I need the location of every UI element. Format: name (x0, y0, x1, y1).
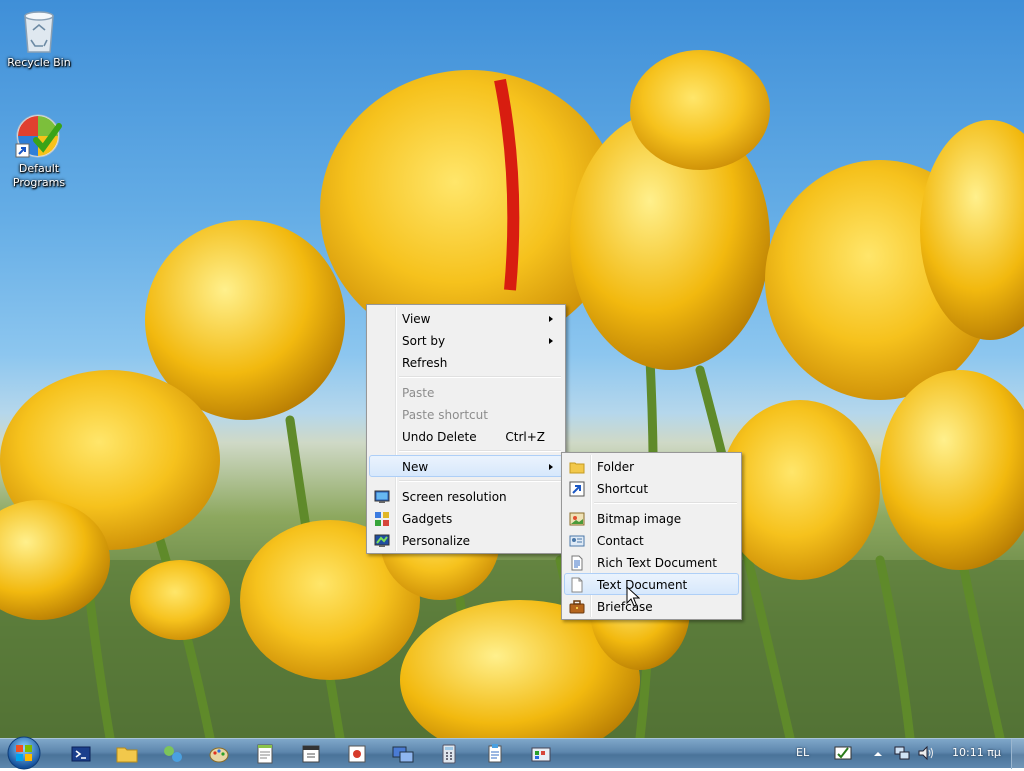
show-hidden-icons-icon[interactable] (872, 748, 884, 760)
volume-icon[interactable] (917, 744, 935, 762)
media-icon[interactable] (344, 741, 370, 767)
desktop-icon-recycle-bin[interactable]: Recycle Bin (0, 8, 78, 70)
menu-separator (594, 502, 737, 504)
network-status-icon[interactable] (893, 744, 911, 762)
control-panel-icon[interactable] (528, 741, 554, 767)
briefcase-icon (569, 600, 585, 614)
menu-item-screen-resolution[interactable]: Screen resolution (369, 485, 563, 507)
menu-item-label: Bitmap image (597, 512, 682, 526)
system-clock[interactable]: 10:11 πμ (952, 746, 1001, 759)
menu-item-refresh[interactable]: Refresh (369, 351, 563, 373)
submenu-item-text-document[interactable]: Text Document (564, 573, 739, 595)
menu-separator (399, 376, 561, 378)
menu-item-label: Gadgets (402, 512, 453, 526)
menu-item-label: View (402, 312, 431, 326)
remote-desktop-icon[interactable] (390, 741, 416, 767)
menu-item-label: Paste (402, 386, 435, 400)
submenu-arrow-icon (549, 316, 553, 322)
menu-item-label: Rich Text Document (597, 556, 717, 570)
submenu-item-rich-text-document[interactable]: Rich Text Document (564, 551, 739, 573)
submenu-item-bitmap-image[interactable]: Bitmap image (564, 507, 739, 529)
menu-item-gadgets[interactable]: Gadgets (369, 507, 563, 529)
menu-item-label: Contact (597, 534, 644, 548)
recycle-bin-icon (24, 11, 54, 53)
action-center-icon[interactable] (834, 744, 852, 762)
mouse-cursor-icon (626, 586, 640, 607)
submenu-item-briefcase[interactable]: Briefcase (564, 595, 739, 617)
contact-icon (569, 535, 585, 547)
monitor-icon (374, 490, 390, 503)
folder-icon (569, 462, 585, 474)
desktop-icon-label: Default (18, 162, 60, 175)
menu-item-undo-delete[interactable]: Undo Delete Ctrl+Z (369, 425, 563, 447)
language-indicator[interactable]: EL (796, 746, 809, 759)
notepad-icon[interactable] (252, 741, 278, 767)
desktop-icon-label: Programs (12, 176, 66, 189)
gadgets-icon (375, 512, 389, 526)
menu-item-label: Shortcut (597, 482, 649, 496)
menu-item-label: Paste shortcut (402, 408, 488, 422)
menu-item-label: Undo Delete (402, 430, 477, 444)
show-desktop-button[interactable] (1011, 739, 1024, 769)
personalize-icon (374, 534, 390, 547)
menu-separator (399, 450, 561, 452)
menu-item-sort-by[interactable]: Sort by (369, 329, 563, 351)
menu-item-new[interactable]: New (369, 455, 563, 477)
submenu-arrow-icon (549, 338, 553, 344)
network-icon[interactable] (160, 741, 186, 767)
menu-item-paste-shortcut[interactable]: Paste shortcut (369, 403, 563, 425)
bitmap-icon (569, 512, 585, 526)
paint-icon[interactable] (206, 741, 232, 767)
submenu-arrow-icon (549, 464, 553, 470)
menu-item-label: Refresh (402, 356, 448, 370)
powershell-icon[interactable] (68, 741, 94, 767)
menu-item-paste[interactable]: Paste (369, 381, 563, 403)
submenu-item-folder[interactable]: Folder (564, 455, 739, 477)
menu-item-view[interactable]: View (369, 307, 563, 329)
menu-item-shortcut: Ctrl+Z (505, 430, 545, 444)
menu-item-label: Screen resolution (402, 490, 507, 504)
text-document-icon (571, 577, 583, 593)
explorer-icon[interactable] (114, 741, 140, 767)
menu-item-label: Text Document (597, 578, 688, 592)
wordpad-icon[interactable] (482, 741, 508, 767)
submenu-item-shortcut[interactable]: Shortcut (564, 477, 739, 499)
menu-item-label: Personalize (402, 534, 471, 548)
menu-item-label: Briefcase (597, 600, 653, 614)
rich-text-icon (571, 555, 583, 571)
calendar-icon[interactable] (298, 741, 324, 767)
calculator-icon[interactable] (436, 741, 462, 767)
menu-separator (399, 480, 561, 482)
submenu-item-contact[interactable]: Contact (564, 529, 739, 551)
menu-item-label: Folder (597, 460, 635, 474)
desktop[interactable]: Recycle Bin Default Programs View Sort b… (0, 0, 1024, 738)
desktop-icon-label: Recycle Bin (7, 56, 71, 69)
start-button-icon[interactable] (6, 735, 42, 771)
menu-item-label: New (402, 460, 429, 474)
menu-item-personalize[interactable]: Personalize (369, 529, 563, 551)
shortcut-icon (569, 481, 585, 497)
taskbar: EL 10:11 πμ (0, 735, 1024, 771)
default-programs-icon (15, 114, 62, 158)
new-submenu: Folder Shortcut Bitmap image Contact Ric… (561, 452, 742, 620)
desktop-icon-default-programs[interactable]: Default Programs (0, 110, 78, 190)
desktop-context-menu: View Sort by Refresh Paste Paste shortcu… (366, 304, 566, 554)
menu-item-label: Sort by (402, 334, 446, 348)
